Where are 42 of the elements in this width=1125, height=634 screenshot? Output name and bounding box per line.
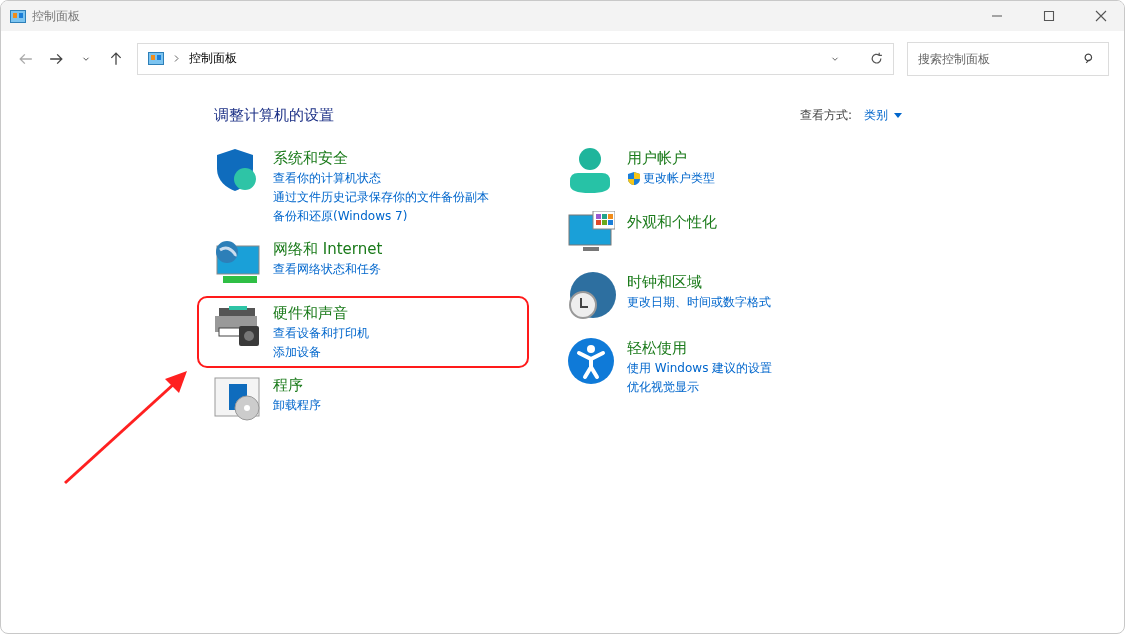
task-link[interactable]: 添加设备 <box>273 343 321 362</box>
accessibility-icon <box>567 337 615 385</box>
category-title-link[interactable]: 程序 <box>273 374 321 396</box>
program-window-icon <box>213 374 261 422</box>
dropdown-triangle-icon <box>894 113 902 118</box>
task-link[interactable]: 更改日期、时间或数字格式 <box>627 293 771 312</box>
category-title-link[interactable]: 系统和安全 <box>273 147 489 169</box>
task-link[interactable]: 备份和还原(Windows 7) <box>273 207 408 226</box>
task-link[interactable]: 查看你的计算机状态 <box>273 169 381 188</box>
task-link[interactable]: 使用 Windows 建议的设置 <box>627 359 773 378</box>
category-title-link[interactable]: 时钟和区域 <box>627 271 771 293</box>
search-field[interactable]: 搜索控制面板 <box>907 41 1109 76</box>
maximize-icon <box>1043 10 1055 22</box>
task-link[interactable]: 卸载程序 <box>273 396 321 415</box>
category-title-link[interactable]: 用户帐户 <box>627 147 715 169</box>
task-link[interactable]: 优化视觉显示 <box>627 378 699 397</box>
window-title: 控制面板 <box>32 7 81 25</box>
control-panel-icon <box>148 52 164 65</box>
task-link[interactable]: 更改帐户类型 <box>643 169 715 188</box>
task-link[interactable]: 查看网络状态和任务 <box>273 260 381 279</box>
task-link[interactable]: 通过文件历史记录保存你的文件备份副本 <box>273 188 489 207</box>
network-monitor-icon <box>213 238 261 286</box>
category-title-link[interactable]: 网络和 Internet <box>273 238 383 260</box>
user-icon <box>567 147 613 195</box>
breadcrumb-item: 控制面板 <box>189 50 238 67</box>
task-link[interactable]: 查看设备和打印机 <box>273 324 369 343</box>
uac-shield-icon <box>627 171 641 186</box>
view-by-dropdown[interactable]: 类别 <box>864 107 902 124</box>
globe-clock-icon <box>567 271 617 321</box>
forward-arrow-icon <box>49 51 63 66</box>
breadcrumb-chevron-icon <box>172 54 181 63</box>
page-heading: 调整计算机的设置 <box>214 106 334 125</box>
view-by-label: 查看方式: <box>799 107 852 124</box>
category-title-link[interactable]: 外观和个性化 <box>627 211 717 233</box>
refresh-icon <box>870 52 883 65</box>
address-bar[interactable]: 控制面板 <box>137 42 894 75</box>
category-title-link[interactable]: 轻松使用 <box>627 337 773 359</box>
category-title-link[interactable]: 硬件和声音 <box>273 302 369 324</box>
up-arrow-icon <box>109 51 123 66</box>
close-icon <box>1095 10 1107 22</box>
control-panel-icon <box>10 9 26 23</box>
back-arrow-icon <box>19 51 33 66</box>
